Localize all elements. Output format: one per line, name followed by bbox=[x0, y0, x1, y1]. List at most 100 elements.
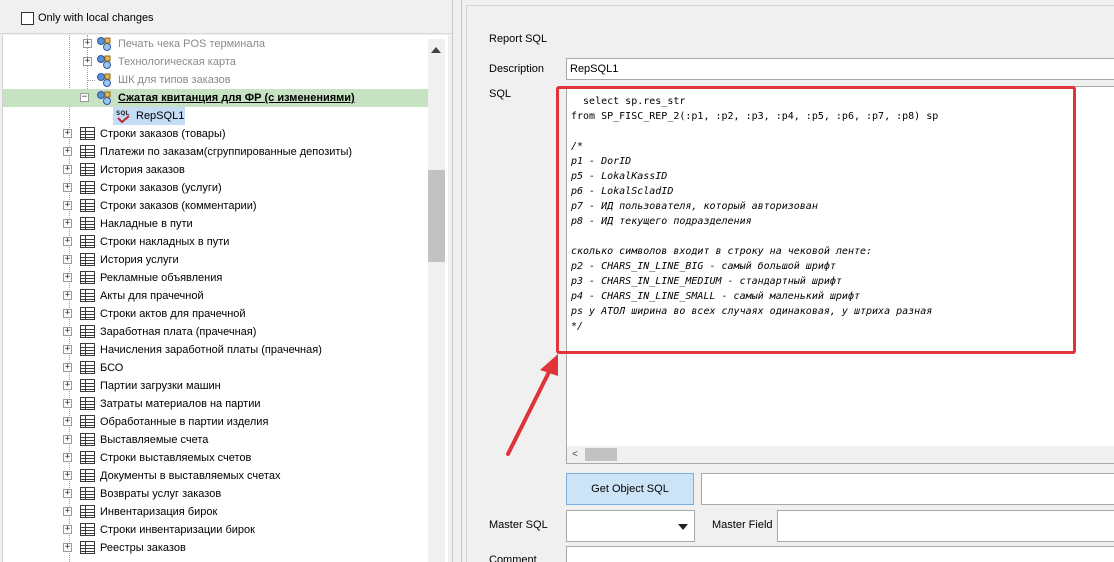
expand-icon[interactable]: + bbox=[63, 273, 72, 282]
expand-icon[interactable]: + bbox=[63, 183, 72, 192]
sql-line: p4 - CHARS_IN_LINE_SMALL - самый маленьк… bbox=[571, 291, 860, 302]
tree-node-table[interactable]: + Затраты материалов на партии bbox=[3, 395, 428, 413]
scroll-left-arrow-icon[interactable]: < bbox=[572, 449, 578, 460]
expand-icon[interactable]: + bbox=[63, 345, 72, 354]
tree-node-label: Строки актов для прачечной bbox=[100, 308, 246, 320]
tree-node-table[interactable]: + БСО bbox=[3, 359, 428, 377]
sql-text: select sp.res_str from SP_FISC_REP_2(:p1,… bbox=[571, 94, 938, 334]
master-field-label: Master Field bbox=[712, 519, 773, 531]
description-input[interactable]: RepSQL1 bbox=[566, 58, 1114, 80]
expand-icon[interactable]: + bbox=[63, 525, 72, 534]
table-icon bbox=[80, 235, 95, 248]
tree-node-table[interactable]: + Возвраты услуг заказов bbox=[3, 485, 428, 503]
expand-icon[interactable]: + bbox=[63, 543, 72, 552]
sql-line: p3 - CHARS_IN_LINE_MEDIUM - стандартный … bbox=[571, 276, 842, 287]
expand-icon[interactable]: + bbox=[63, 165, 72, 174]
expand-icon[interactable]: + bbox=[63, 147, 72, 156]
table-icon bbox=[80, 289, 95, 302]
comment-input[interactable] bbox=[566, 546, 1114, 562]
expand-icon[interactable]: + bbox=[63, 507, 72, 516]
tree-node-table[interactable]: + Инвентаризация бирок bbox=[3, 503, 428, 521]
tree-node-table[interactable]: + Реестры заказов bbox=[3, 539, 428, 557]
expand-icon[interactable]: + bbox=[63, 489, 72, 498]
sql-editor[interactable]: select sp.res_str from SP_FISC_REP_2(:p1,… bbox=[566, 86, 1114, 464]
sql-line: p7 - ИД пользователя, который авторизова… bbox=[571, 201, 818, 212]
panel-splitter[interactable] bbox=[452, 0, 462, 562]
tree-node-table[interactable]: + Строки заказов (услуги) bbox=[3, 179, 428, 197]
tree-node-table[interactable]: + Строки выставляемых счетов bbox=[3, 449, 428, 467]
tree-view[interactable]: + Печать чека POS терминала + Технологич… bbox=[2, 35, 448, 562]
sql-horizontal-scrollbar[interactable]: < bbox=[567, 446, 1114, 463]
expand-icon[interactable]: + bbox=[63, 309, 72, 318]
table-icon bbox=[80, 217, 95, 230]
tree-node-table[interactable]: + Документы в выставляемых счетах bbox=[3, 467, 428, 485]
tree-node-table[interactable]: + Выставляемые счета bbox=[3, 431, 428, 449]
table-icon bbox=[80, 361, 95, 374]
expand-icon[interactable]: + bbox=[63, 237, 72, 246]
tree-node-tech-card[interactable]: + Технологическая карта bbox=[3, 53, 428, 71]
master-field-input[interactable] bbox=[777, 510, 1114, 542]
local-changes-checkbox[interactable] bbox=[21, 12, 34, 25]
tree-node-label: Строки выставляемых счетов bbox=[100, 452, 252, 464]
sql-line: from SP_FISC_REP_2(:p1, :p2, :p3, :p4, :… bbox=[571, 111, 939, 122]
tree-node-repsql1[interactable]: SQL RepSQL1 bbox=[113, 107, 185, 125]
report-icon bbox=[97, 37, 111, 51]
tree-node-label: Партии загрузки машин bbox=[100, 380, 221, 392]
tree-node-table[interactable]: + Строки заказов (товары) bbox=[3, 125, 428, 143]
expand-icon[interactable]: + bbox=[63, 381, 72, 390]
tree-node-table[interactable]: + Начисления заработной платы (прачечная) bbox=[3, 341, 428, 359]
table-icon bbox=[80, 163, 95, 176]
tree-node-table[interactable]: + Накладные в пути bbox=[3, 215, 428, 233]
sql-line: ps у АТОЛ ширина во всех случаях одинако… bbox=[571, 306, 933, 317]
tree-node-table[interactable]: + Платежи по заказам(сгруппированные депо… bbox=[3, 143, 428, 161]
sql-line: p1 - DorID bbox=[571, 156, 632, 167]
expand-icon[interactable]: + bbox=[63, 291, 72, 300]
expand-icon[interactable]: + bbox=[63, 471, 72, 480]
master-sql-select[interactable] bbox=[566, 510, 695, 542]
sql-scroll-thumb[interactable] bbox=[585, 448, 617, 461]
tree-node-compressed-receipt[interactable]: − Сжатая квитанция для ФР (с изменениями… bbox=[3, 89, 428, 107]
tree-node-table[interactable]: + Строки накладных в пути bbox=[3, 233, 428, 251]
report-icon bbox=[97, 55, 111, 69]
expand-icon[interactable]: + bbox=[63, 363, 72, 372]
get-object-sql-button[interactable]: Get Object SQL bbox=[566, 473, 694, 505]
tree-node-label: Акты для прачечной bbox=[100, 290, 204, 302]
tree-node-table[interactable]: + Акты для прачечной bbox=[3, 287, 428, 305]
tree-node-table[interactable]: + Заработная плата (прачечная) bbox=[3, 323, 428, 341]
table-icon bbox=[80, 127, 95, 140]
expand-icon[interactable]: + bbox=[63, 201, 72, 210]
sql-line: /* bbox=[571, 141, 584, 152]
expand-icon[interactable]: + bbox=[63, 129, 72, 138]
expand-icon[interactable]: + bbox=[83, 39, 92, 48]
tree-node-label: Строки заказов (услуги) bbox=[100, 182, 222, 194]
tree-node-table[interactable]: + Партии загрузки машин bbox=[3, 377, 428, 395]
sql-line bbox=[571, 124, 938, 139]
object-sql-field[interactable] bbox=[701, 473, 1114, 505]
tree-node-table[interactable]: + Строки заказов (комментарии) bbox=[3, 197, 428, 215]
tree-node-table[interactable]: + Обработанные в партии изделия bbox=[3, 413, 428, 431]
tree-node-table[interactable]: + Строки актов для прачечной bbox=[3, 305, 428, 323]
tree-node-label: БСО bbox=[100, 362, 124, 374]
scroll-up-arrow-icon[interactable] bbox=[431, 47, 441, 53]
tree-node-table[interactable]: + Строки инвентаризации бирок bbox=[3, 521, 428, 539]
tree-node-pos-receipt[interactable]: + Печать чека POS терминала bbox=[3, 35, 428, 53]
tree-node-table[interactable]: + Рекламные объявления bbox=[3, 269, 428, 287]
expand-icon[interactable]: + bbox=[63, 435, 72, 444]
expand-icon[interactable]: + bbox=[63, 417, 72, 426]
expand-icon[interactable]: + bbox=[63, 453, 72, 462]
expand-icon[interactable]: + bbox=[63, 219, 72, 228]
tree-node-label: Документы в выставляемых счетах bbox=[100, 470, 281, 482]
expand-icon[interactable]: + bbox=[83, 57, 92, 66]
tree-node-label: Строки заказов (товары) bbox=[100, 128, 226, 140]
tree-scrollbar[interactable] bbox=[428, 39, 445, 562]
tree-node-table[interactable]: + История заказов bbox=[3, 161, 428, 179]
tree-node-barcode-types[interactable]: ШК для типов заказов bbox=[3, 71, 428, 89]
sql-line: сколько символов входит в строку на чеко… bbox=[571, 246, 873, 257]
expand-icon[interactable]: + bbox=[63, 327, 72, 336]
expand-icon[interactable]: + bbox=[63, 399, 72, 408]
tree-node-table[interactable]: + История услуги bbox=[3, 251, 428, 269]
expand-icon[interactable]: + bbox=[63, 255, 72, 264]
scroll-thumb[interactable] bbox=[428, 170, 445, 262]
table-icon bbox=[80, 379, 95, 392]
collapse-icon[interactable]: − bbox=[80, 93, 89, 102]
